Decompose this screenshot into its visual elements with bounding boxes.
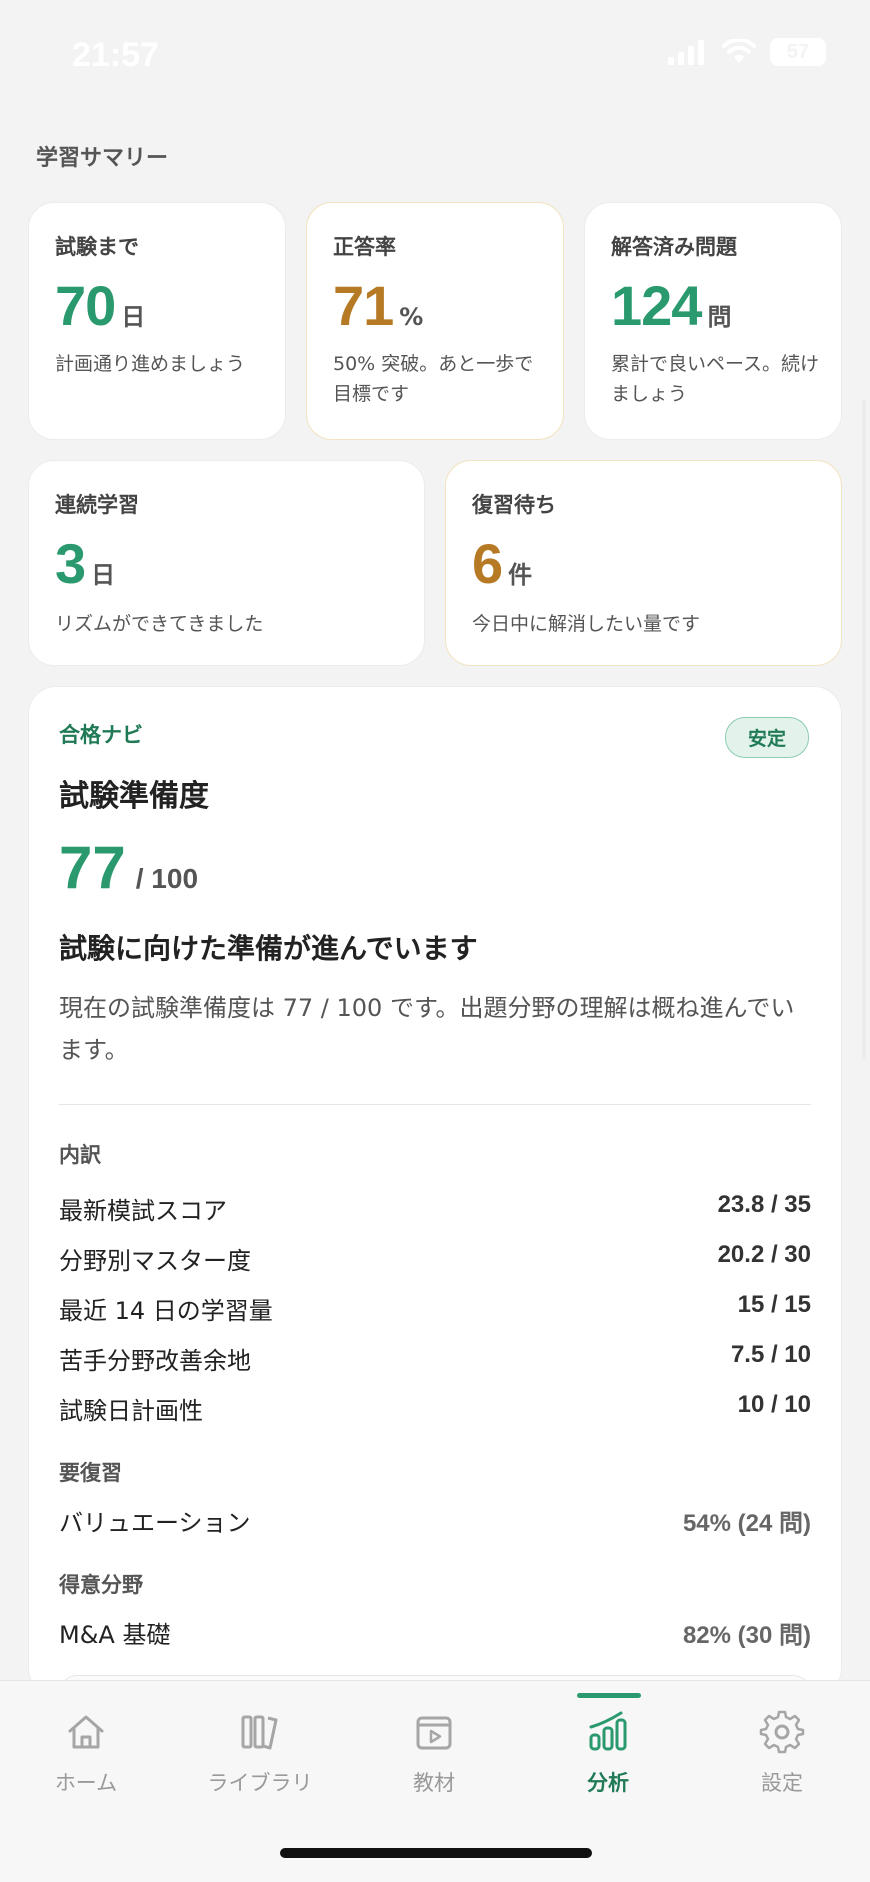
strength-topic: M&A 基礎 — [59, 1621, 171, 1649]
breakdown-name: 分野別マスター度 — [59, 1247, 251, 1275]
breakdown-value: 10 / 10 — [737, 1391, 811, 1418]
card-value: 124 問 — [611, 273, 731, 338]
card-description: リズムができてきました — [55, 613, 264, 635]
card-label: 試験まで — [55, 235, 139, 259]
card-description: 計画通り進めましょう — [55, 353, 246, 375]
video-icon — [416, 1716, 452, 1750]
breakdown-name: 苦手分野改善余地 — [59, 1347, 251, 1375]
card-label: 復習待ち — [472, 493, 556, 517]
review-topic: バリュエーション — [59, 1509, 251, 1537]
breakdown-name: 試験日計画性 — [59, 1397, 203, 1425]
card-number: 70 — [55, 274, 116, 337]
breakdown-value: 20.2 / 30 — [717, 1241, 811, 1268]
strength-row: M&A 基礎 82% (30 問) — [59, 1615, 811, 1650]
card-unit: 件 — [508, 561, 533, 589]
card-value: 3 日 — [55, 531, 115, 596]
breakdown-name: 最近 14 日の学習量 — [59, 1297, 273, 1325]
breakdown-value: 7.5 / 10 — [730, 1341, 811, 1368]
breakdown-row: 試験日計画性 10 / 10 — [59, 1391, 811, 1426]
status-badge: 安定 — [724, 717, 809, 758]
divider — [59, 1104, 811, 1105]
library-icon — [241, 1715, 278, 1750]
home-indicator — [280, 1848, 592, 1858]
review-label: 要復習 — [59, 1461, 122, 1485]
tab-settings[interactable]: 設定 — [712, 1709, 852, 1797]
score-value: 77 — [59, 834, 126, 901]
breakdown-value: 23.8 / 35 — [717, 1191, 811, 1218]
breakdown-row: 苦手分野改善余地 7.5 / 10 — [59, 1341, 811, 1376]
card-number: 71 — [333, 274, 394, 337]
card-unit: 問 — [707, 303, 732, 331]
tab-analytics[interactable]: 分析 — [538, 1709, 678, 1797]
card-value: 6 件 — [472, 531, 532, 596]
card-number: 124 — [611, 274, 702, 337]
card-unit: 日 — [121, 303, 146, 331]
breakdown-row: 分野別マスター度 20.2 / 30 — [59, 1241, 811, 1276]
breakdown-value: 15 / 15 — [737, 1291, 811, 1318]
status-time: 21:57 — [72, 36, 159, 74]
accuracy-card: 正答率 71 % 50% 突破。あと一歩で目標です — [306, 202, 564, 440]
readiness-score: 77 / 100 — [59, 833, 198, 902]
battery-indicator: 57 — [770, 38, 826, 66]
active-tab-indicator — [577, 1693, 641, 1698]
breakdown-name: 最新模試スコア — [59, 1197, 227, 1225]
card-number: 3 — [55, 532, 86, 595]
card-value: 70 日 — [55, 273, 145, 338]
status-icons: 57 — [668, 38, 826, 66]
card-number: 6 — [472, 532, 503, 595]
readiness-description: 現在の試験準備度は 77 / 100 です。出題分野の理解は概ね進んでいます。 — [59, 994, 795, 1064]
exam-readiness-card: 合格ナビ 安定 試験準備度 77 / 100 試験に向けた準備が進んでいます 現… — [28, 686, 842, 1696]
signal-icon — [668, 40, 704, 65]
scrollbar[interactable] — [862, 400, 866, 1060]
tab-home[interactable]: ホーム — [16, 1709, 156, 1797]
card-description: 今日中に解消したい量です — [472, 613, 701, 635]
card-description: 50% 突破。あと一歩で目標です — [333, 353, 534, 405]
exam-countdown-card: 試験まで 70 日 計画通り進めましょう — [28, 202, 286, 440]
tab-label: 設定 — [761, 1771, 803, 1795]
card-value: 71 % — [333, 273, 423, 338]
navi-header: 合格ナビ — [59, 723, 143, 747]
card-label: 解答済み問題 — [611, 235, 737, 259]
gear-icon — [759, 1710, 805, 1754]
card-label: 正答率 — [333, 235, 396, 259]
breakdown-row: 最近 14 日の学習量 15 / 15 — [59, 1291, 811, 1326]
card-description: 累計で良いペース。続けましょう — [611, 353, 820, 405]
tab-library[interactable]: ライブラリ — [190, 1709, 330, 1797]
review-pending-card: 復習待ち 6 件 今日中に解消したい量です — [445, 460, 842, 666]
card-unit: 日 — [91, 561, 116, 589]
chart-icon — [589, 1711, 627, 1751]
status-bar: 21:57 57 — [0, 0, 870, 110]
home-icon — [68, 1715, 104, 1749]
breakdown-label: 内訳 — [59, 1143, 101, 1167]
tab-materials[interactable]: 教材 — [364, 1709, 504, 1797]
section-title: 学習サマリー — [36, 146, 169, 171]
card-unit: % — [399, 303, 424, 331]
review-row: バリュエーション 54% (24 問) — [59, 1503, 811, 1538]
tab-label: 教材 — [413, 1771, 455, 1795]
tab-label: ホーム — [54, 1771, 118, 1795]
score-max: / 100 — [135, 863, 199, 894]
readiness-title: 試験準備度 — [59, 779, 209, 814]
tab-label: ライブラリ — [207, 1771, 313, 1795]
card-label: 連続学習 — [55, 493, 139, 517]
study-streak-card: 連続学習 3 日 リズムができてきました — [28, 460, 425, 666]
review-score: 54% (24 問) — [682, 1510, 811, 1537]
breakdown-row: 最新模試スコア 23.8 / 35 — [59, 1191, 811, 1226]
wifi-icon — [722, 39, 756, 63]
answered-questions-card: 解答済み問題 124 問 累計で良いペース。続けましょう — [584, 202, 842, 440]
strength-label: 得意分野 — [59, 1573, 143, 1597]
readiness-headline: 試験に向けた準備が進んでいます — [59, 932, 478, 965]
tab-label: 分析 — [587, 1771, 629, 1795]
strength-score: 82% (30 問) — [682, 1622, 811, 1649]
